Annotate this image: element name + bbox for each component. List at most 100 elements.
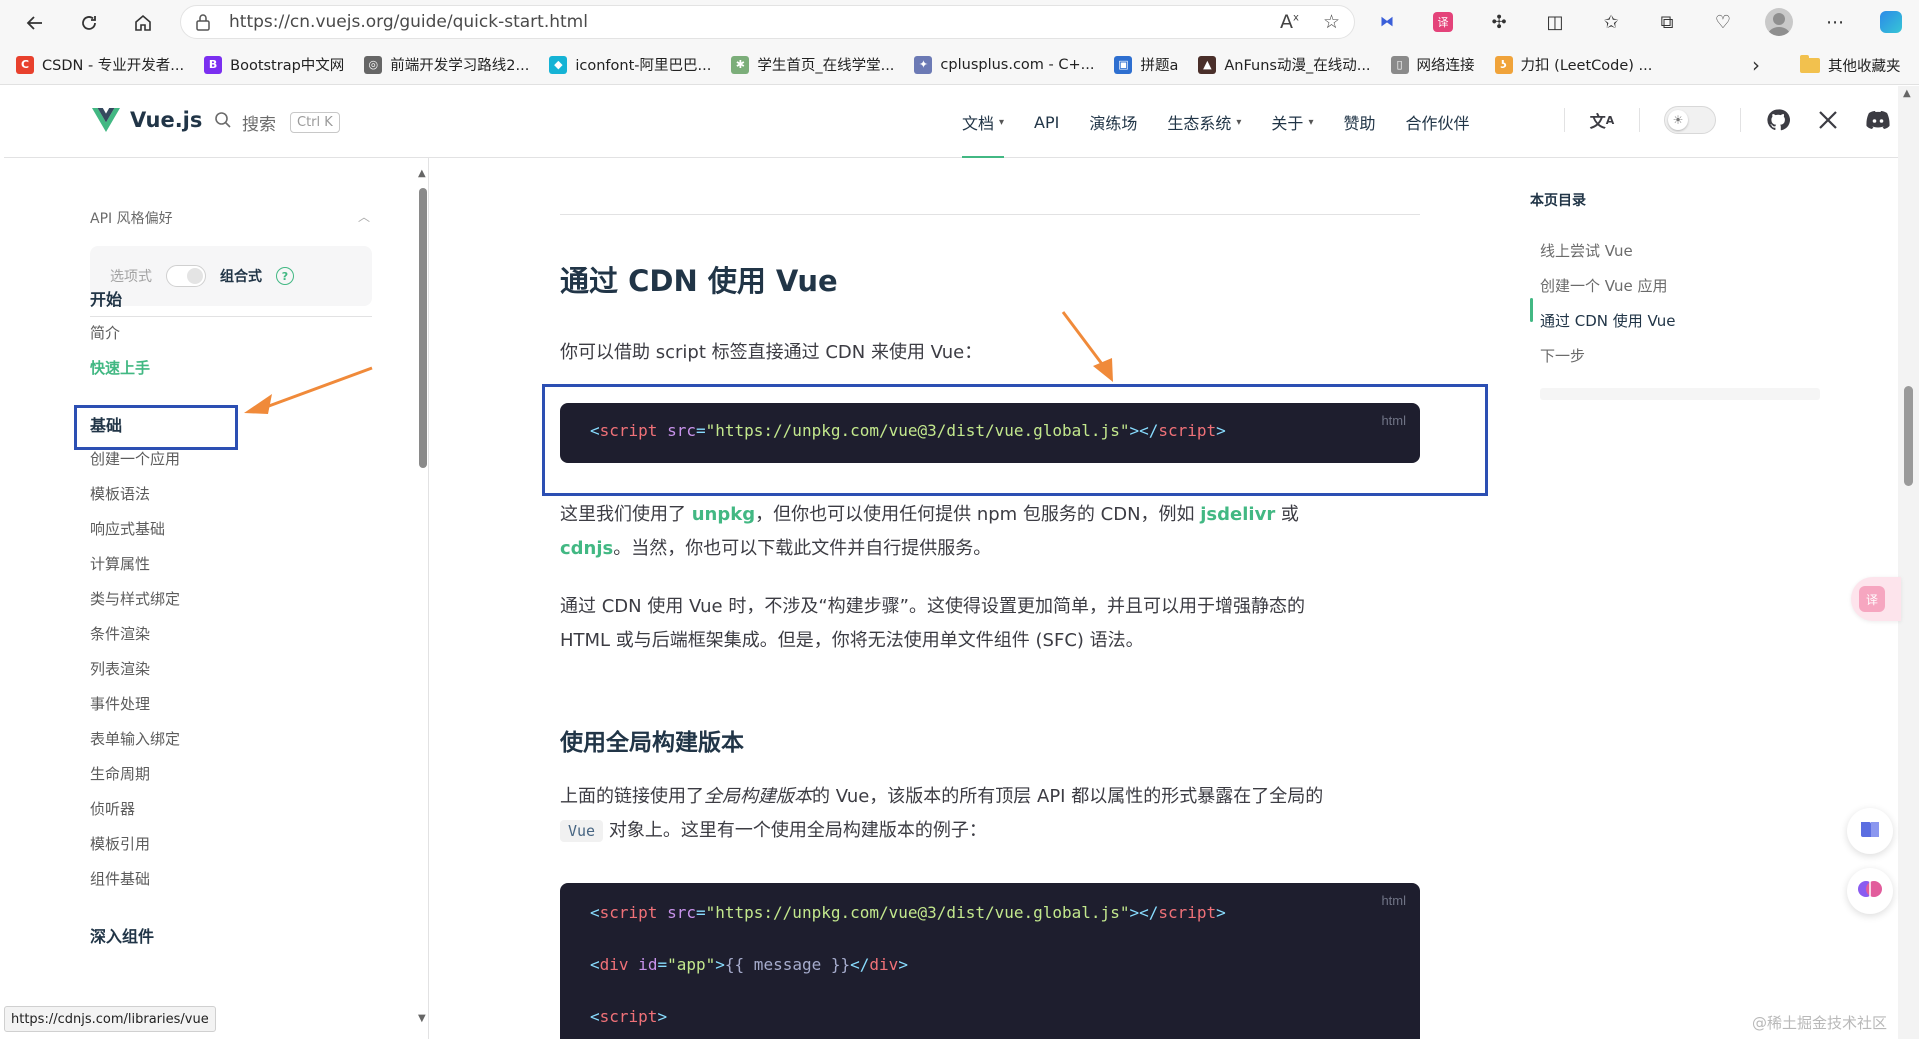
- bookmark-item[interactable]: ✦ cplusplus.com - C+...: [914, 55, 1095, 74]
- cdnjs-link[interactable]: cdnjs: [560, 538, 613, 559]
- pta-icon: ▣: [1114, 55, 1133, 74]
- nav-label: 关于: [1271, 114, 1304, 133]
- sidebar-item[interactable]: 列表渲染: [90, 658, 150, 679]
- sidebar-item[interactable]: 计算属性: [90, 553, 150, 574]
- unpkg-link[interactable]: unpkg: [692, 504, 755, 525]
- nav-label: 赞助: [1343, 114, 1376, 133]
- toc-title: 本页目录: [1530, 193, 1586, 209]
- read-aloud-icon[interactable]: Aⅹ: [1280, 11, 1299, 33]
- lock-icon[interactable]: [195, 12, 215, 32]
- anfuns-icon: ▲: [1198, 55, 1217, 74]
- bookmark-item[interactable]: ◎ 前端开发学习路线2...: [364, 54, 529, 75]
- sidebar-item[interactable]: 组件基础: [90, 868, 150, 889]
- sidebar-item[interactable]: 模板语法: [90, 483, 150, 504]
- more-menu-icon[interactable]: ⋯: [1818, 5, 1852, 39]
- github-icon[interactable]: [1765, 107, 1791, 133]
- sidebar-item[interactable]: 表单输入绑定: [90, 728, 180, 749]
- nav-item[interactable]: API: [1034, 86, 1059, 158]
- search-label: 搜索: [242, 115, 276, 135]
- sidebar-item[interactable]: 条件渲染: [90, 623, 150, 644]
- other-bookmarks-folder[interactable]: 其他收藏夹: [1800, 55, 1901, 76]
- sidebar-section-title: 深入组件: [90, 927, 155, 946]
- jsdelivr-link[interactable]: jsdelivr: [1200, 504, 1275, 525]
- sidebar-item[interactable]: 响应式基础: [90, 518, 165, 539]
- search-button[interactable]: 搜索 Ctrl K: [214, 110, 340, 135]
- bookmark-label: CSDN - 专业开发者...: [42, 58, 185, 74]
- cplusplus-icon: ✦: [914, 55, 933, 74]
- site-title: Vue.js: [130, 108, 203, 132]
- help-icon[interactable]: ?: [276, 267, 294, 285]
- code-line: <script src="https://unpkg.com/vue@3/dis…: [590, 903, 1226, 922]
- browser-toolbar: https://cn.vuejs.org/guide/quick-start.h…: [0, 0, 1919, 45]
- bookmark-item[interactable]: ✱ 学生首页_在线学堂...: [731, 54, 894, 75]
- ai-brain-float-button[interactable]: [1847, 868, 1893, 914]
- composition-api-label[interactable]: 组合式: [220, 266, 262, 286]
- leetcode-icon: ʖ: [1494, 55, 1513, 74]
- discord-icon[interactable]: [1865, 107, 1891, 133]
- back-arrow-icon[interactable]: [18, 6, 52, 40]
- bookmark-item[interactable]: ▣ 拼题a: [1114, 54, 1178, 75]
- sidebar-item[interactable]: 事件处理: [90, 693, 150, 714]
- nav-item[interactable]: 关于 ▾: [1271, 86, 1313, 158]
- translate-extension-icon[interactable]: 译: [1426, 5, 1460, 39]
- extension-arrows-icon[interactable]: ⧓: [1370, 5, 1404, 39]
- collections-icon[interactable]: ⧉: [1650, 5, 1684, 39]
- chevron-right-icon[interactable]: ›: [1752, 53, 1760, 77]
- nav-item[interactable]: 赞助: [1343, 86, 1375, 158]
- sidebar-item[interactable]: 简介: [90, 322, 120, 343]
- sidebar-item[interactable]: 模板引用: [90, 833, 150, 854]
- copilot-icon[interactable]: [1874, 5, 1908, 39]
- split-screen-icon[interactable]: ◫: [1538, 5, 1572, 39]
- sidebar-item[interactable]: 创建一个应用: [90, 448, 180, 469]
- profile-avatar[interactable]: [1762, 5, 1796, 39]
- favorite-star-icon[interactable]: ☆: [1323, 11, 1340, 33]
- sidebar-divider: [90, 316, 372, 317]
- page-scrollbar[interactable]: ▲: [1898, 86, 1919, 1039]
- sidebar-item[interactable]: 类与样式绑定: [90, 588, 180, 609]
- refresh-icon[interactable]: [72, 6, 106, 40]
- bookmark-label: 前端开发学习路线2...: [390, 58, 530, 74]
- sidebar-scrollbar[interactable]: ▲ ▼: [416, 168, 428, 1028]
- bookmark-item[interactable]: ▲ AnFuns动漫_在线动...: [1198, 54, 1371, 75]
- bookmark-item[interactable]: ʖ 力扣 (LeetCode) ...: [1494, 54, 1652, 75]
- search-icon: [214, 111, 232, 134]
- api-style-toggle[interactable]: [166, 265, 206, 287]
- bookmark-label: 拼题a: [1140, 58, 1179, 74]
- favorites-icon[interactable]: ✩: [1594, 5, 1628, 39]
- chevron-up-icon[interactable]: ︿: [358, 208, 380, 228]
- home-icon[interactable]: [126, 6, 160, 40]
- toc-item[interactable]: 下一步: [1540, 345, 1585, 366]
- nav-item[interactable]: 合作伙伴: [1405, 86, 1469, 158]
- x-twitter-icon[interactable]: [1815, 107, 1841, 133]
- nav-item[interactable]: 生态系统 ▾: [1167, 86, 1241, 158]
- browser-essentials-icon[interactable]: ♡: [1706, 5, 1740, 39]
- address-bar[interactable]: https://cn.vuejs.org/guide/quick-start.h…: [180, 5, 1355, 39]
- toc-item[interactable]: 创建一个 Vue 应用: [1540, 275, 1668, 296]
- bookmark-item[interactable]: ◆ iconfont-阿里巴巴...: [549, 54, 711, 75]
- translate-icon: 译: [1859, 586, 1885, 612]
- sidebar-item[interactable]: 快速上手: [90, 357, 150, 378]
- translate-float-button[interactable]: 译: [1851, 577, 1901, 621]
- url-text[interactable]: https://cn.vuejs.org/guide/quick-start.h…: [229, 12, 1280, 32]
- nav-item[interactable]: 演练场: [1089, 86, 1137, 158]
- bookmark-item[interactable]: ▯ 网络连接: [1390, 54, 1475, 75]
- sidebar-item[interactable]: 侦听器: [90, 798, 135, 819]
- extensions-puzzle-icon[interactable]: ✣: [1482, 5, 1516, 39]
- bookmark-label: cplusplus.com - C+...: [940, 56, 1095, 73]
- bookmark-item[interactable]: C CSDN - 专业开发者...: [16, 54, 184, 75]
- section-divider: [560, 214, 1420, 215]
- section-heading: 通过 CDN 使用 Vue: [560, 264, 838, 298]
- sidebar-item[interactable]: 生命周期: [90, 763, 150, 784]
- theme-toggle[interactable]: ☀: [1664, 106, 1716, 134]
- toc-item[interactable]: 线上尝试 Vue: [1540, 240, 1633, 261]
- subsection-heading: 使用全局构建版本: [560, 730, 744, 756]
- vue-logo[interactable]: Vue.js: [92, 108, 202, 132]
- reader-float-button[interactable]: [1847, 808, 1893, 854]
- options-api-label[interactable]: 选项式: [110, 266, 152, 286]
- top-nav: 文档 ▾ API 演练场 生态系统 ▾ 关于 ▾ 赞助 合作伙伴: [962, 86, 1470, 158]
- language-translate-icon[interactable]: 文A: [1589, 107, 1615, 133]
- bookmark-item[interactable]: B Bootstrap中文网: [204, 54, 344, 75]
- bookmarks-bar: C CSDN - 专业开发者... B Bootstrap中文网 ◎ 前端开发学习路线2.…: [0, 45, 1919, 85]
- nav-item[interactable]: 文档 ▾: [962, 86, 1005, 158]
- toc-item[interactable]: 通过 CDN 使用 Vue: [1540, 310, 1676, 331]
